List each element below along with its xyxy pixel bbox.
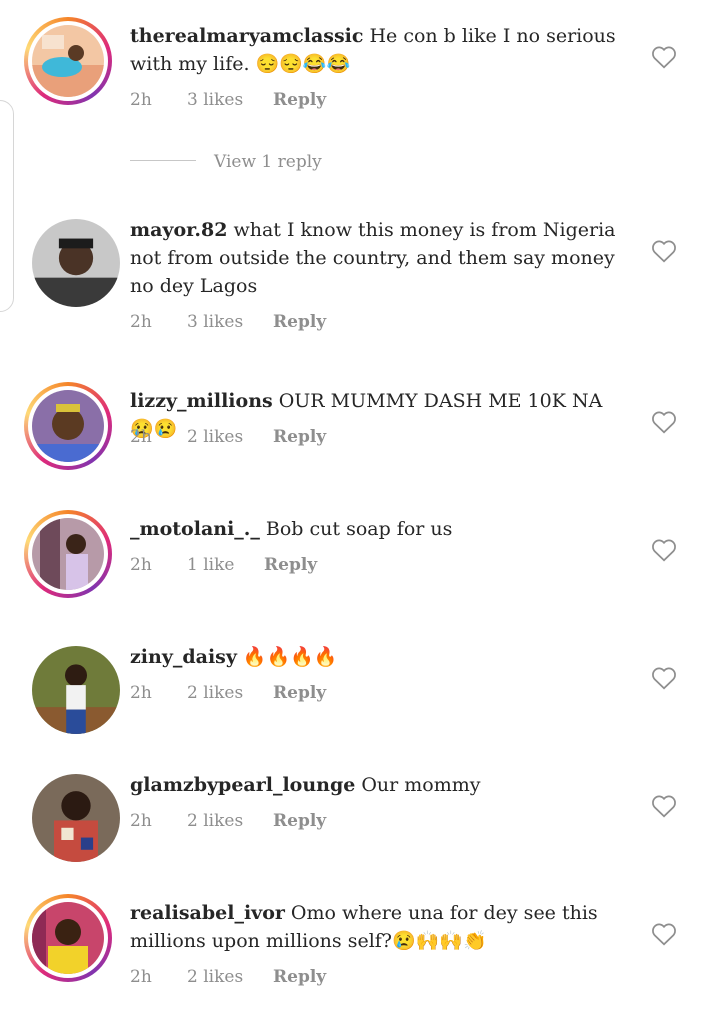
heart-outline-icon[interactable] [651, 794, 677, 818]
comment-body: _motolani_._ Bob cut soap for us [130, 515, 620, 543]
avatar-image [32, 774, 120, 862]
comment-time: 2h [130, 967, 152, 987]
view-replies-line [130, 160, 196, 161]
reply-button[interactable]: Reply [273, 90, 326, 110]
comment-time: 2h [130, 312, 152, 332]
comment-time: 2h [130, 811, 152, 831]
avatar-image [32, 219, 120, 307]
avatar-image [32, 518, 104, 590]
comment-likes[interactable]: 3 likes [187, 90, 243, 110]
comment-body: glamzbypearl_lounge Our mommy [130, 771, 620, 799]
avatar-image [32, 646, 120, 734]
view-replies-label[interactable]: View 1 reply [214, 152, 322, 172]
comment-time: 2h [130, 90, 152, 110]
heart-outline-icon[interactable] [651, 666, 677, 690]
avatar[interactable] [24, 638, 120, 734]
avatar[interactable] [24, 894, 112, 982]
heart-outline-icon[interactable] [651, 922, 677, 946]
side-panel-edge[interactable] [0, 100, 14, 312]
reply-button[interactable]: Reply [273, 312, 326, 332]
avatar-image [32, 902, 104, 974]
comment-username[interactable]: therealmaryamclassic [130, 25, 363, 47]
comment-username[interactable]: glamzbypearl_lounge [130, 774, 355, 796]
reply-button[interactable]: Reply [273, 967, 326, 987]
avatar-image [32, 25, 104, 97]
heart-outline-icon[interactable] [651, 239, 677, 263]
avatar[interactable] [24, 510, 112, 598]
comment-time: 2h [130, 683, 152, 703]
comment-body: ziny_daisy 🔥🔥🔥🔥 [130, 643, 620, 671]
comment-body: mayor.82 what I know this money is from N… [130, 216, 620, 300]
avatar[interactable] [24, 382, 112, 470]
comment-text: Our mommy [361, 774, 481, 796]
comment-likes[interactable]: 2 likes [187, 811, 243, 831]
comment-text: Bob cut soap for us [265, 518, 453, 540]
comment-username[interactable]: lizzy_millions [130, 390, 273, 412]
comment-likes[interactable]: 2 likes [187, 683, 243, 703]
comment-time: 2h [130, 555, 152, 575]
comment-likes[interactable]: 3 likes [187, 312, 243, 332]
avatar[interactable] [24, 211, 120, 307]
reply-button[interactable]: Reply [264, 555, 317, 575]
comment-text: 🔥🔥🔥🔥 [242, 646, 338, 668]
comment-body: therealmaryamclassic He con b like I no s… [130, 22, 620, 78]
reply-button[interactable]: Reply [273, 683, 326, 703]
comment-likes[interactable]: 2 likes [187, 427, 243, 447]
reply-button[interactable]: Reply [273, 427, 326, 447]
comment-username[interactable]: mayor.82 [130, 219, 227, 241]
comment-time: 2h [130, 427, 152, 447]
comment-username[interactable]: ziny_daisy [130, 646, 237, 668]
comment-body: realisabel_ivor Omo where una for dey see… [130, 899, 620, 955]
heart-outline-icon[interactable] [651, 45, 677, 69]
comment-username[interactable]: _motolani_._ [130, 518, 260, 540]
heart-outline-icon[interactable] [651, 538, 677, 562]
avatar[interactable] [24, 17, 112, 105]
avatar[interactable] [24, 766, 120, 862]
heart-outline-icon[interactable] [651, 410, 677, 434]
comment-likes[interactable]: 1 like [187, 555, 234, 575]
avatar-image [32, 390, 104, 462]
comment-likes[interactable]: 2 likes [187, 967, 243, 987]
reply-button[interactable]: Reply [273, 811, 326, 831]
comment-username[interactable]: realisabel_ivor [130, 902, 285, 924]
